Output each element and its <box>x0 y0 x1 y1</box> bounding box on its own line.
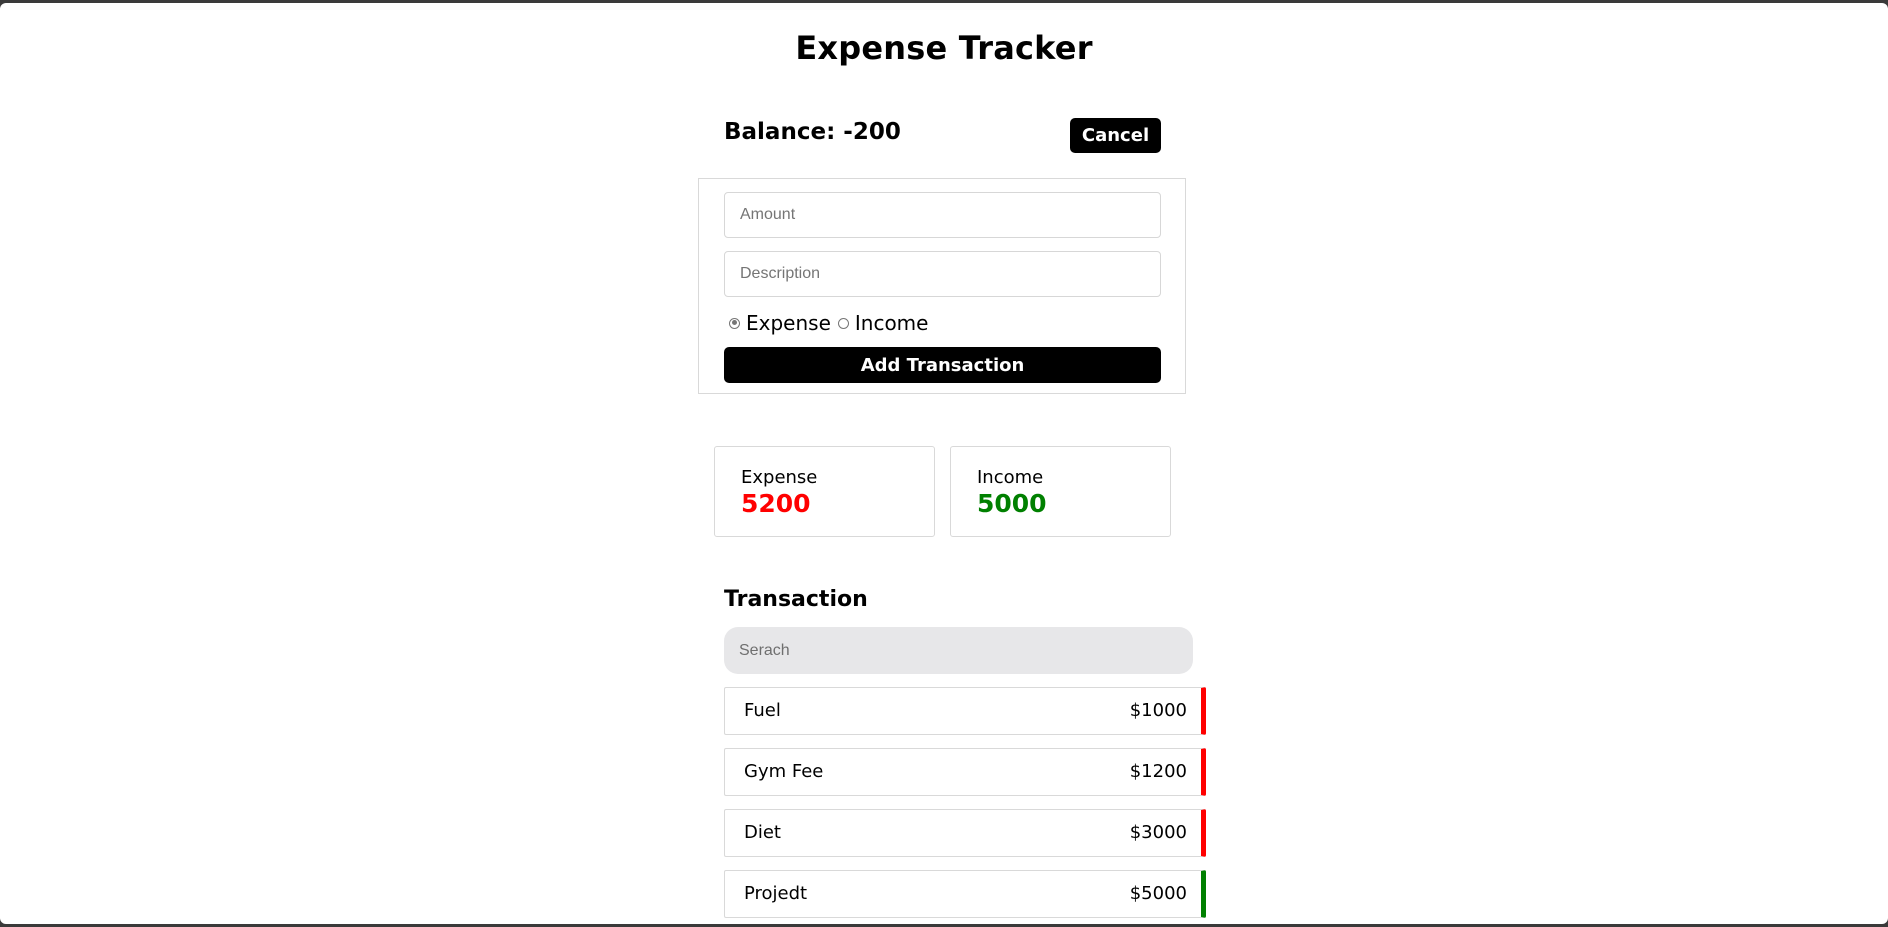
expense-radio[interactable] <box>729 317 740 329</box>
transaction-type-group: Expense Income <box>729 309 935 337</box>
expense-summary-value: 5200 <box>741 489 811 518</box>
income-summary-card: Income 5000 <box>950 446 1171 537</box>
income-summary-value: 5000 <box>977 489 1047 518</box>
income-radio[interactable] <box>837 317 849 329</box>
page-title: Expense Tracker <box>795 29 1093 67</box>
transactions-heading: Transaction <box>724 587 868 612</box>
transaction-row[interactable]: Gym Fee $1200 <box>724 748 1206 796</box>
add-transaction-button[interactable]: Add Transaction <box>724 347 1161 383</box>
expense-summary-label: Expense <box>741 467 818 488</box>
income-summary-label: Income <box>977 467 1044 488</box>
income-radio-label[interactable]: Income <box>855 311 929 335</box>
transaction-description: Projedt <box>744 883 808 904</box>
expense-summary-card: Expense 5200 <box>714 446 935 537</box>
transaction-amount: $1200 <box>1129 761 1187 782</box>
transaction-row[interactable]: Diet $3000 <box>724 809 1206 857</box>
transaction-amount: $3000 <box>1129 822 1187 843</box>
transaction-row[interactable]: Projedt $5000 <box>724 870 1206 918</box>
transaction-amount: $1000 <box>1129 700 1187 721</box>
cancel-button[interactable]: Cancel <box>1070 118 1161 153</box>
transaction-description: Diet <box>744 822 781 843</box>
transaction-list: Fuel $1000 Gym Fee $1200 Diet $3000 Proj… <box>724 687 1206 924</box>
amount-input[interactable] <box>724 192 1161 238</box>
transaction-description: Fuel <box>744 700 781 721</box>
transaction-row[interactable]: Fuel $1000 <box>724 687 1206 735</box>
expense-radio-label[interactable]: Expense <box>746 311 831 335</box>
transaction-amount: $5000 <box>1129 883 1187 904</box>
description-input[interactable] <box>724 251 1161 297</box>
app-viewport: Expense Tracker Balance: -200 Cancel Exp… <box>0 3 1888 924</box>
search-input[interactable] <box>724 627 1193 674</box>
balance-display: Balance: -200 <box>724 119 901 145</box>
transaction-description: Gym Fee <box>744 761 824 782</box>
